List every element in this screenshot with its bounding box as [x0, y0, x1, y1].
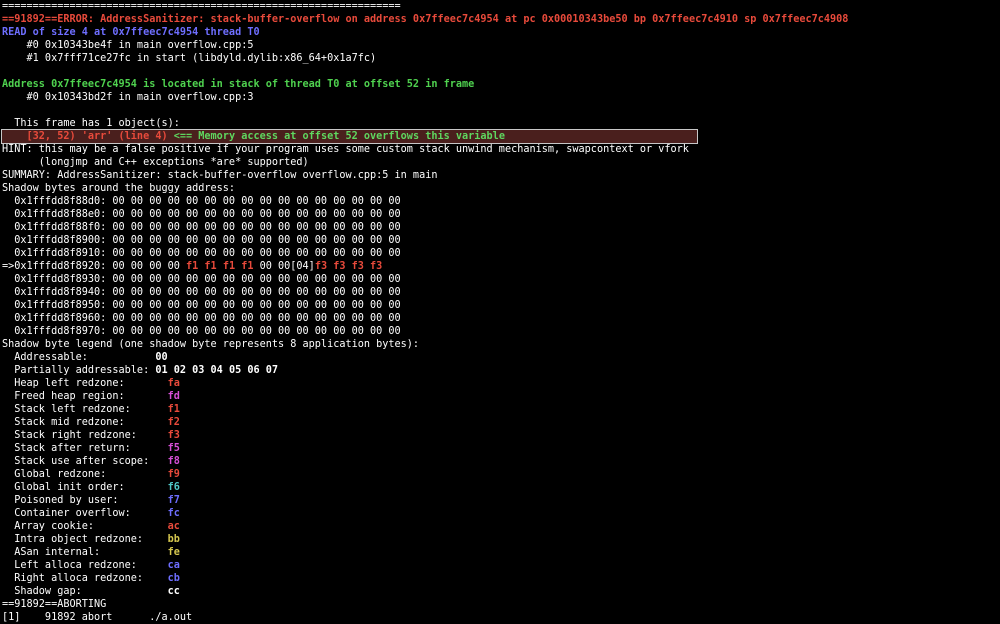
legend-label: Stack after return:	[2, 443, 168, 454]
shadow-row: 0x1fffdd8f8900: 00 00 00 00 00 00 00 00 …	[2, 235, 401, 246]
job-line: [1] 91892 abort ./a.out	[2, 612, 193, 623]
legend-label: Shadow gap:	[2, 586, 168, 597]
legend-code: fc	[167, 508, 180, 519]
objects-line: This frame has 1 object(s):	[2, 118, 180, 129]
legend-header: Shadow byte legend (one shadow byte repr…	[2, 339, 420, 350]
legend-code: f1	[167, 404, 180, 415]
legend-code: ca	[167, 560, 180, 571]
legend-label: Right alloca redzone:	[2, 573, 168, 584]
legend-item: Freed heap region: fd	[2, 390, 1000, 403]
legend-item: Partially addressable: 01 02 03 04 05 06…	[2, 364, 1000, 377]
legend-code: f9	[167, 469, 180, 480]
legend-code: bb	[167, 534, 180, 545]
buggy-shadow-row: =>0x1fffdd8f8920: 00 00 00 00 f1 f1 f1 f…	[2, 260, 1000, 273]
legend-item: Right alloca redzone: cb	[2, 572, 1000, 585]
legend-code: fd	[167, 391, 180, 402]
shadow-row: 0x1fffdd8f8930: 00 00 00 00 00 00 00 00 …	[2, 274, 401, 285]
legend-item: Poisoned by user: f7	[2, 494, 1000, 507]
legend-label: Intra object redzone:	[2, 534, 168, 545]
legend-code: f7	[167, 495, 180, 506]
error-line: ==91892==ERROR: AddressSanitizer: stack-…	[2, 14, 849, 25]
stack-frame-1: #1 0x7fff71ce27fc in start (libdyld.dyli…	[2, 53, 377, 64]
legend-item: Global redzone: f9	[2, 468, 1000, 481]
stack-frame-0: #0 0x10343be4f in main overflow.cpp:5	[2, 40, 254, 51]
legend-item: Addressable: 00	[2, 351, 1000, 364]
shadow-row: 0x1fffdd8f8910: 00 00 00 00 00 00 00 00 …	[2, 248, 401, 259]
shadow-row: 0x1fffdd8f8960: 00 00 00 00 00 00 00 00 …	[2, 313, 401, 324]
legend-label: Addressable:	[2, 352, 156, 363]
legend-label: Container overflow:	[2, 508, 168, 519]
legend-code: f6	[167, 482, 180, 493]
buggy-row-f3: f3 f3 f3 f3	[314, 261, 383, 272]
legend-code: f8	[167, 456, 180, 467]
legend-item: Global init order: f6	[2, 481, 1000, 494]
hint-line-2: (longjmp and C++ exceptions *are* suppor…	[2, 157, 309, 168]
legend-code: cc	[167, 586, 180, 597]
legend-item: Stack after return: f5	[2, 442, 1000, 455]
legend-label: Poisoned by user:	[2, 495, 168, 506]
buggy-row-prefix: =>0x1fffdd8f8920: 00 00 00 00	[2, 261, 187, 272]
legend-item: Array cookie: ac	[2, 520, 1000, 533]
legend-label: Left alloca redzone:	[2, 560, 168, 571]
legend-code: fa	[167, 378, 180, 389]
legend-label: ASan internal:	[2, 547, 168, 558]
legend-label: Global redzone:	[2, 469, 168, 480]
legend-label: Stack right redzone:	[2, 430, 168, 441]
shadow-header: Shadow bytes around the buggy address:	[2, 183, 236, 194]
buggy-row-mid: 00 00[04]	[253, 261, 315, 272]
object-entry: [32, 52) 'arr' (line 4)	[2, 131, 168, 142]
legend-item: Stack mid redzone: f2	[2, 416, 1000, 429]
legend-label: Stack mid redzone:	[2, 417, 168, 428]
legend-label: Heap left redzone:	[2, 378, 168, 389]
legend-label: Global init order:	[2, 482, 168, 493]
legend-item: Container overflow: fc	[2, 507, 1000, 520]
legend-item: Stack left redzone: f1	[2, 403, 1000, 416]
legend-code: ac	[167, 521, 180, 532]
summary-line: SUMMARY: AddressSanitizer: stack-buffer-…	[2, 170, 438, 181]
shadow-row: 0x1fffdd8f88e0: 00 00 00 00 00 00 00 00 …	[2, 209, 401, 220]
buggy-row-f1: f1 f1 f1 f1	[186, 261, 254, 272]
legend-label: Array cookie:	[2, 521, 168, 532]
shadow-row: 0x1fffdd8f8950: 00 00 00 00 00 00 00 00 …	[2, 300, 401, 311]
legend-item: Shadow gap: cc	[2, 585, 1000, 598]
legend-item: Intra object redzone: bb	[2, 533, 1000, 546]
aborting-line: ==91892==ABORTING	[2, 599, 107, 610]
legend-code: f3	[167, 430, 180, 441]
address-line: Address 0x7ffeec7c4954 is located in sta…	[2, 79, 475, 90]
legend-item: Stack right redzone: f3	[2, 429, 1000, 442]
legend-item: ASan internal: fe	[2, 546, 1000, 559]
frame-line: #0 0x10343bd2f in main overflow.cpp:3	[2, 92, 254, 103]
hint-line-1: HINT: this may be a false positive if yo…	[2, 144, 689, 155]
shadow-row: 0x1fffdd8f88d0: 00 00 00 00 00 00 00 00 …	[2, 196, 401, 207]
read-line: READ of size 4 at 0x7ffeec7c4954 thread …	[2, 27, 260, 38]
highlighted-object-line: [32, 52) 'arr' (line 4) <== Memory acces…	[1, 129, 698, 144]
legend-label: Freed heap region:	[2, 391, 168, 402]
legend-label: Stack left redzone:	[2, 404, 168, 415]
legend-code: cb	[167, 573, 180, 584]
shadow-row: 0x1fffdd8f8940: 00 00 00 00 00 00 00 00 …	[2, 287, 401, 298]
shadow-row: 0x1fffdd8f88f0: 00 00 00 00 00 00 00 00 …	[2, 222, 401, 233]
terminal-window[interactable]: ========================================…	[0, 0, 1000, 623]
legend-item: Stack use after scope: f8	[2, 455, 1000, 468]
legend-item: Left alloca redzone: ca	[2, 559, 1000, 572]
legend-item: Heap left redzone: fa	[2, 377, 1000, 390]
legend-label: Stack use after scope:	[2, 456, 168, 467]
separator-line: ========================================…	[2, 1, 401, 12]
legend-label: Partially addressable:	[2, 365, 156, 376]
legend-code: f5	[167, 443, 180, 454]
object-message: <== Memory access at offset 52 overflows…	[167, 131, 505, 142]
legend-code: 01 02 03 04 05 06 07	[155, 365, 279, 376]
legend-code: 00	[155, 352, 168, 363]
legend-code: f2	[167, 417, 180, 428]
legend-code: fe	[167, 547, 180, 558]
shadow-row: 0x1fffdd8f8970: 00 00 00 00 00 00 00 00 …	[2, 326, 401, 337]
